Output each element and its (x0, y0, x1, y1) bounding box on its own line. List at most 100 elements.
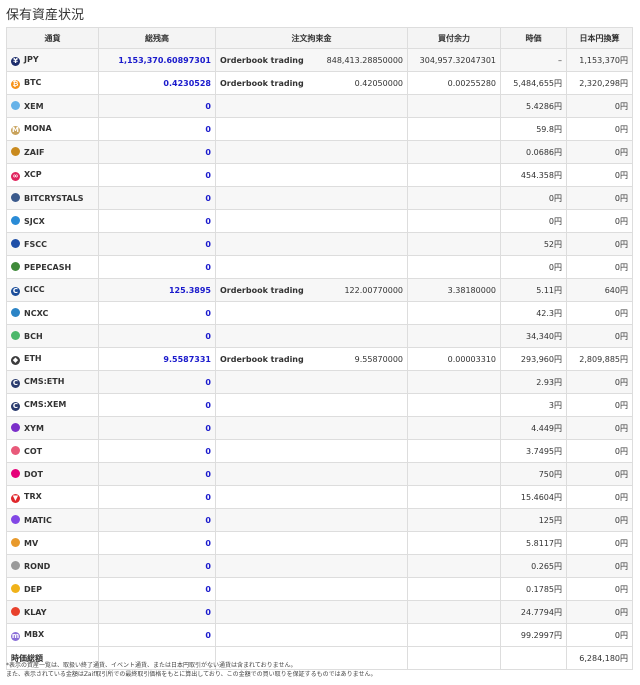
order-type: Orderbook trading (220, 78, 304, 88)
xcp-icon: ∞ (11, 171, 20, 181)
price-cell: 59.8円 (500, 117, 567, 141)
currency-cell: DEP (6, 577, 99, 601)
yen-icon: ¥ (11, 56, 20, 66)
order-cell (215, 554, 408, 578)
currency-code: BCH (24, 332, 43, 341)
currency-code: ETH (24, 353, 42, 363)
ncxc-icon (11, 308, 20, 317)
buying-power-cell (407, 209, 501, 233)
price-cell: – (500, 48, 567, 72)
table-header-row: 通貨 総残高 注文拘束金 買付余力 時価 日本円換算 (6, 27, 633, 49)
buying-power-cell (407, 485, 501, 509)
balance-cell: 0 (98, 554, 216, 578)
jpy-value-cell: 0円 (566, 370, 633, 394)
balance-cell: 9.5587331 (98, 347, 216, 371)
balance-cell: 0 (98, 623, 216, 647)
jpy-value-cell: 0円 (566, 324, 633, 348)
currency-code: MV (24, 539, 39, 548)
currency-cell: KLAY (6, 600, 99, 624)
currency-cell: NCXC (6, 301, 99, 325)
col-header-jpy-value: 日本円換算 (566, 27, 633, 49)
jpy-value-cell: 2,320,298円 (566, 71, 633, 95)
table-row: DEP 0 0.1785円 0円 (6, 577, 633, 601)
table-row: C CMS:ETH 0 2.93円 0円 (6, 370, 633, 394)
table-row: MV 0 5.8117円 0円 (6, 531, 633, 555)
order-cell: Orderbook trading 848,413.28850000 (215, 48, 408, 72)
jpy-value-cell: 0円 (566, 416, 633, 440)
buying-power-cell (407, 393, 501, 417)
currency-cell: FSCC (6, 232, 99, 256)
table-row: KLAY 0 24.7794円 0円 (6, 600, 633, 624)
jpy-value-cell: 0円 (566, 600, 633, 624)
order-type: Orderbook trading (220, 354, 304, 364)
balance-cell: 0 (98, 163, 216, 187)
currency-cell: ROND (6, 554, 99, 578)
jpy-value-cell: 0円 (566, 255, 633, 279)
currency-code: PEPECASH (24, 263, 72, 272)
price-cell: 3円 (500, 393, 567, 417)
jpy-value-cell: 0円 (566, 140, 633, 164)
table-row: PEPECASH 0 0円 0円 (6, 255, 633, 279)
table-row: FSCC 0 52円 0円 (6, 232, 633, 256)
currency-cell: DOT (6, 462, 99, 486)
order-type: Orderbook trading (220, 285, 304, 295)
order-cell (215, 255, 408, 279)
buying-power-cell (407, 94, 501, 118)
currency-cell: ¥ JPY (6, 48, 99, 72)
jpy-value-cell: 0円 (566, 94, 633, 118)
order-cell (215, 600, 408, 624)
currency-code: BTC (24, 77, 42, 87)
table-row: XYM 0 4.449円 0円 (6, 416, 633, 440)
price-cell: 5,484,655円 (500, 71, 567, 95)
buying-power-cell (407, 462, 501, 486)
jpy-value-cell: 0円 (566, 531, 633, 555)
buying-power-cell (407, 117, 501, 141)
currency-code: SJCX (24, 217, 45, 226)
currency-code: ZAIF (24, 148, 45, 157)
buying-power-cell (407, 600, 501, 624)
mona-icon: M (11, 125, 20, 135)
price-cell: 125円 (500, 508, 567, 532)
buying-power-cell (407, 370, 501, 394)
order-cell (215, 485, 408, 509)
currency-cell: BITCRYSTALS (6, 186, 99, 210)
jpy-value-cell: 0円 (566, 163, 633, 187)
currency-code: MONA (24, 123, 52, 133)
price-cell: 0.1785円 (500, 577, 567, 601)
dep-icon (11, 584, 20, 593)
jpy-value-cell: 0円 (566, 209, 633, 233)
table-row: C CICC 125.3895 Orderbook trading 122.007700… (6, 278, 633, 302)
xym-icon (11, 423, 20, 432)
currency-code: DOT (24, 470, 43, 479)
eth-icon: ◆ (11, 355, 20, 365)
price-cell: 52円 (500, 232, 567, 256)
buying-power-cell (407, 163, 501, 187)
currency-cell: C CMS:XEM (6, 393, 99, 417)
balance-cell: 0 (98, 324, 216, 348)
order-cell (215, 163, 408, 187)
bitcrystals-icon (11, 193, 20, 202)
price-cell: 42.3円 (500, 301, 567, 325)
balance-cell: 0 (98, 232, 216, 256)
sjcx-icon (11, 216, 20, 225)
jpy-value-cell: 0円 (566, 393, 633, 417)
jpy-value-cell: 0円 (566, 186, 633, 210)
order-cell (215, 370, 408, 394)
buying-power-cell (407, 416, 501, 440)
btc-icon: ₿ (11, 79, 20, 89)
table-row: ROND 0 0.265円 0円 (6, 554, 633, 578)
currency-code: DEP (24, 585, 42, 594)
currency-code: MATIC (24, 516, 52, 525)
jpy-value-cell: 0円 (566, 508, 633, 532)
col-header-market-price: 時価 (500, 27, 567, 49)
balance-cell: 0 (98, 301, 216, 325)
currency-code: XYM (24, 424, 44, 433)
table-row: MATIC 0 125円 0円 (6, 508, 633, 532)
order-cell (215, 439, 408, 463)
order-cell: Orderbook trading 122.00770000 (215, 278, 408, 302)
order-cell (215, 577, 408, 601)
price-cell: 3.7495円 (500, 439, 567, 463)
footnotes: *表示の資産一覧は、取扱い終了通貨、イベント通貨、または日本円取引がない通貨は含… (6, 661, 634, 679)
order-type: Orderbook trading (220, 55, 304, 65)
order-cell (215, 94, 408, 118)
